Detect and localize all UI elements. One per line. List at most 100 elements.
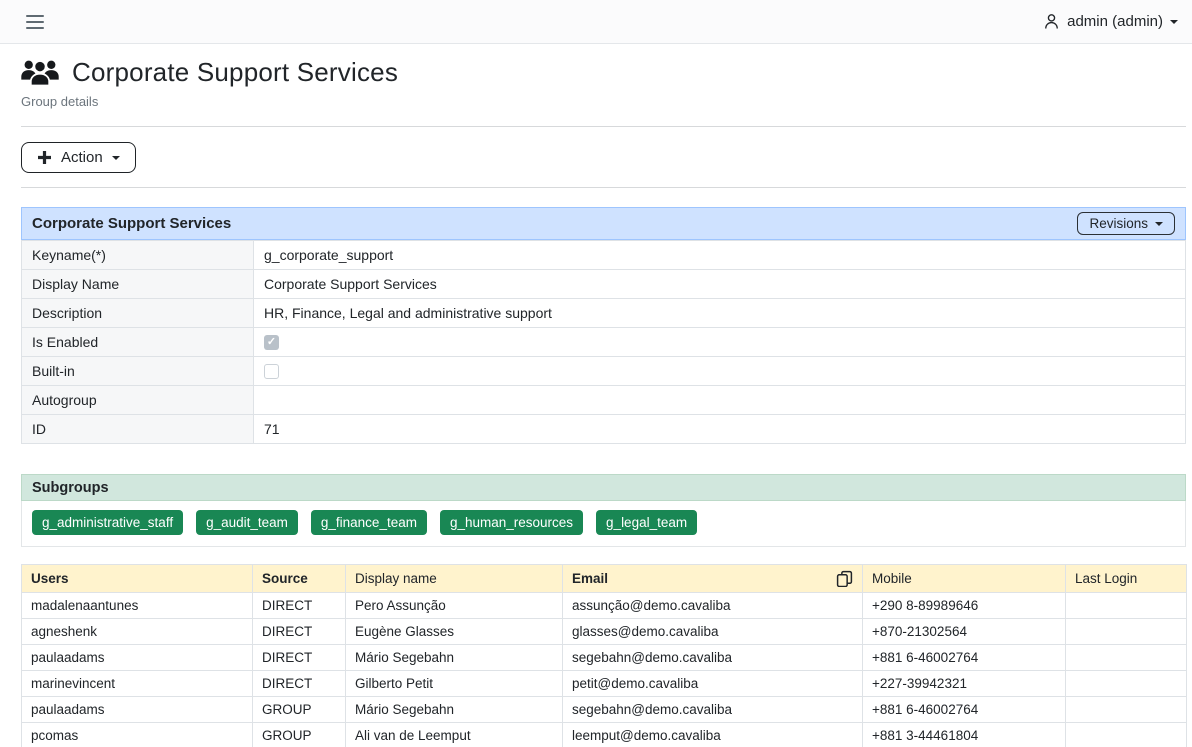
cell-mobile: +881 3-44461804 bbox=[863, 723, 1066, 747]
cell-email: assunção@demo.cavaliba bbox=[563, 593, 863, 619]
user-row: agneshenk DIRECT Eugène Glasses glasses@… bbox=[22, 619, 1187, 645]
caret-down-icon bbox=[1155, 222, 1163, 226]
column-header-display-name: Display name bbox=[346, 565, 563, 593]
field-value-cell bbox=[254, 386, 1186, 415]
field-value: 71 bbox=[264, 421, 280, 437]
cell-mobile: +227-39942321 bbox=[863, 671, 1066, 697]
field-value: g_corporate_support bbox=[264, 247, 393, 263]
cell-email: leemput@demo.cavaliba bbox=[563, 723, 863, 747]
column-header-mobile: Mobile bbox=[863, 565, 1066, 593]
cell-source: DIRECT bbox=[253, 619, 346, 645]
subgroups-panel-title: Subgroups bbox=[32, 480, 109, 496]
field-value-cell: g_corporate_support bbox=[254, 241, 1186, 270]
caret-down-icon bbox=[112, 156, 120, 160]
field-row: Built-in bbox=[22, 357, 1186, 386]
cell-last-login bbox=[1066, 593, 1187, 619]
cell-source: DIRECT bbox=[253, 671, 346, 697]
cell-display-name: Eugène Glasses bbox=[346, 619, 563, 645]
subgroups-panel: Subgroups g_administrative_staff g_audit… bbox=[21, 474, 1186, 547]
user-row: marinevincent DIRECT Gilberto Petit peti… bbox=[22, 671, 1187, 697]
caret-down-icon bbox=[1170, 20, 1178, 24]
checkbox bbox=[264, 335, 279, 350]
cell-email: segebahn@demo.cavaliba bbox=[563, 645, 863, 671]
cell-last-login bbox=[1066, 645, 1187, 671]
cell-last-login bbox=[1066, 671, 1187, 697]
page-header: Corporate Support Services Group details bbox=[21, 57, 1186, 109]
column-header-email: Email bbox=[563, 565, 863, 593]
cell-mobile: +881 6-46002764 bbox=[863, 697, 1066, 723]
user-menu[interactable]: admin (admin) bbox=[1043, 13, 1182, 30]
cell-email: glasses@demo.cavaliba bbox=[563, 619, 863, 645]
subgroup-badge[interactable]: g_audit_team bbox=[196, 510, 298, 535]
field-value-cell bbox=[254, 328, 1186, 357]
field-label: Autogroup bbox=[22, 386, 254, 415]
field-label: Display Name bbox=[22, 270, 254, 299]
cell-mobile: +881 6-46002764 bbox=[863, 645, 1066, 671]
subgroups-panel-header: Subgroups bbox=[21, 474, 1186, 501]
users-group-icon bbox=[21, 58, 59, 87]
field-row: Is Enabled bbox=[22, 328, 1186, 357]
subgroup-badge[interactable]: g_legal_team bbox=[596, 510, 697, 535]
cell-mobile: +290 8-89989646 bbox=[863, 593, 1066, 619]
user-menu-label: admin (admin) bbox=[1067, 13, 1163, 30]
action-button-label: Action bbox=[61, 149, 103, 166]
cell-display-name: Pero Assunção bbox=[346, 593, 563, 619]
field-row: Keyname(*) g_corporate_support bbox=[22, 241, 1186, 270]
cell-display-name: Ali van de Leemput bbox=[346, 723, 563, 747]
person-icon bbox=[1043, 13, 1060, 30]
field-value-cell: Corporate Support Services bbox=[254, 270, 1186, 299]
cell-last-login bbox=[1066, 697, 1187, 723]
cell-username: madalenaantunes bbox=[22, 593, 253, 619]
field-value-cell: HR, Finance, Legal and administrative su… bbox=[254, 299, 1186, 328]
plus-icon bbox=[37, 150, 52, 165]
hamburger-menu-icon[interactable] bbox=[24, 11, 46, 33]
subgroup-badge[interactable]: g_administrative_staff bbox=[32, 510, 183, 535]
column-header-last-login: Last Login bbox=[1066, 565, 1187, 593]
revisions-button-label: Revisions bbox=[1089, 216, 1148, 231]
divider bbox=[21, 126, 1186, 127]
field-value: HR, Finance, Legal and administrative su… bbox=[264, 305, 552, 321]
checkbox[interactable] bbox=[264, 364, 279, 379]
subgroup-badge[interactable]: g_finance_team bbox=[311, 510, 427, 535]
copy-icon[interactable] bbox=[836, 570, 853, 587]
group-panel-header: Corporate Support Services Revisions bbox=[21, 207, 1186, 240]
cell-display-name: Mário Segebahn bbox=[346, 645, 563, 671]
users-table: Users Source Display name Email bbox=[21, 564, 1187, 747]
field-label: ID bbox=[22, 415, 254, 444]
cell-source: GROUP bbox=[253, 697, 346, 723]
field-label: Built-in bbox=[22, 357, 254, 386]
cell-display-name: Gilberto Petit bbox=[346, 671, 563, 697]
cell-email: petit@demo.cavaliba bbox=[563, 671, 863, 697]
topbar: admin (admin) bbox=[0, 0, 1192, 44]
cell-display-name: Mário Segebahn bbox=[346, 697, 563, 723]
column-header-source: Source bbox=[253, 565, 346, 593]
revisions-button[interactable]: Revisions bbox=[1077, 212, 1175, 235]
field-label: Description bbox=[22, 299, 254, 328]
field-row: Display Name Corporate Support Services bbox=[22, 270, 1186, 299]
subgroups-list: g_administrative_staff g_audit_team g_fi… bbox=[21, 501, 1186, 547]
user-row: madalenaantunes DIRECT Pero Assunção ass… bbox=[22, 593, 1187, 619]
cell-username: marinevincent bbox=[22, 671, 253, 697]
cell-email: segebahn@demo.cavaliba bbox=[563, 697, 863, 723]
field-value-cell: 71 bbox=[254, 415, 1186, 444]
field-row: ID 71 bbox=[22, 415, 1186, 444]
cell-username: pcomas bbox=[22, 723, 253, 747]
user-row: pcomas GROUP Ali van de Leemput leemput@… bbox=[22, 723, 1187, 747]
subgroup-badge[interactable]: g_human_resources bbox=[440, 510, 583, 535]
group-panel-title: Corporate Support Services bbox=[32, 215, 231, 232]
cell-source: DIRECT bbox=[253, 645, 346, 671]
cell-mobile: +870-21302564 bbox=[863, 619, 1066, 645]
divider bbox=[21, 187, 1186, 188]
group-details-table: Keyname(*) g_corporate_support Display N… bbox=[21, 240, 1186, 444]
field-value: Corporate Support Services bbox=[264, 276, 437, 292]
cell-username: paulaadams bbox=[22, 645, 253, 671]
cell-source: DIRECT bbox=[253, 593, 346, 619]
group-details-panel: Corporate Support Services Revisions Key… bbox=[21, 207, 1186, 444]
field-value-cell bbox=[254, 357, 1186, 386]
action-button[interactable]: Action bbox=[21, 142, 136, 173]
field-row: Description HR, Finance, Legal and admin… bbox=[22, 299, 1186, 328]
cell-source: GROUP bbox=[253, 723, 346, 747]
page-subtitle: Group details bbox=[21, 94, 1186, 109]
cell-username: paulaadams bbox=[22, 697, 253, 723]
field-row: Autogroup bbox=[22, 386, 1186, 415]
